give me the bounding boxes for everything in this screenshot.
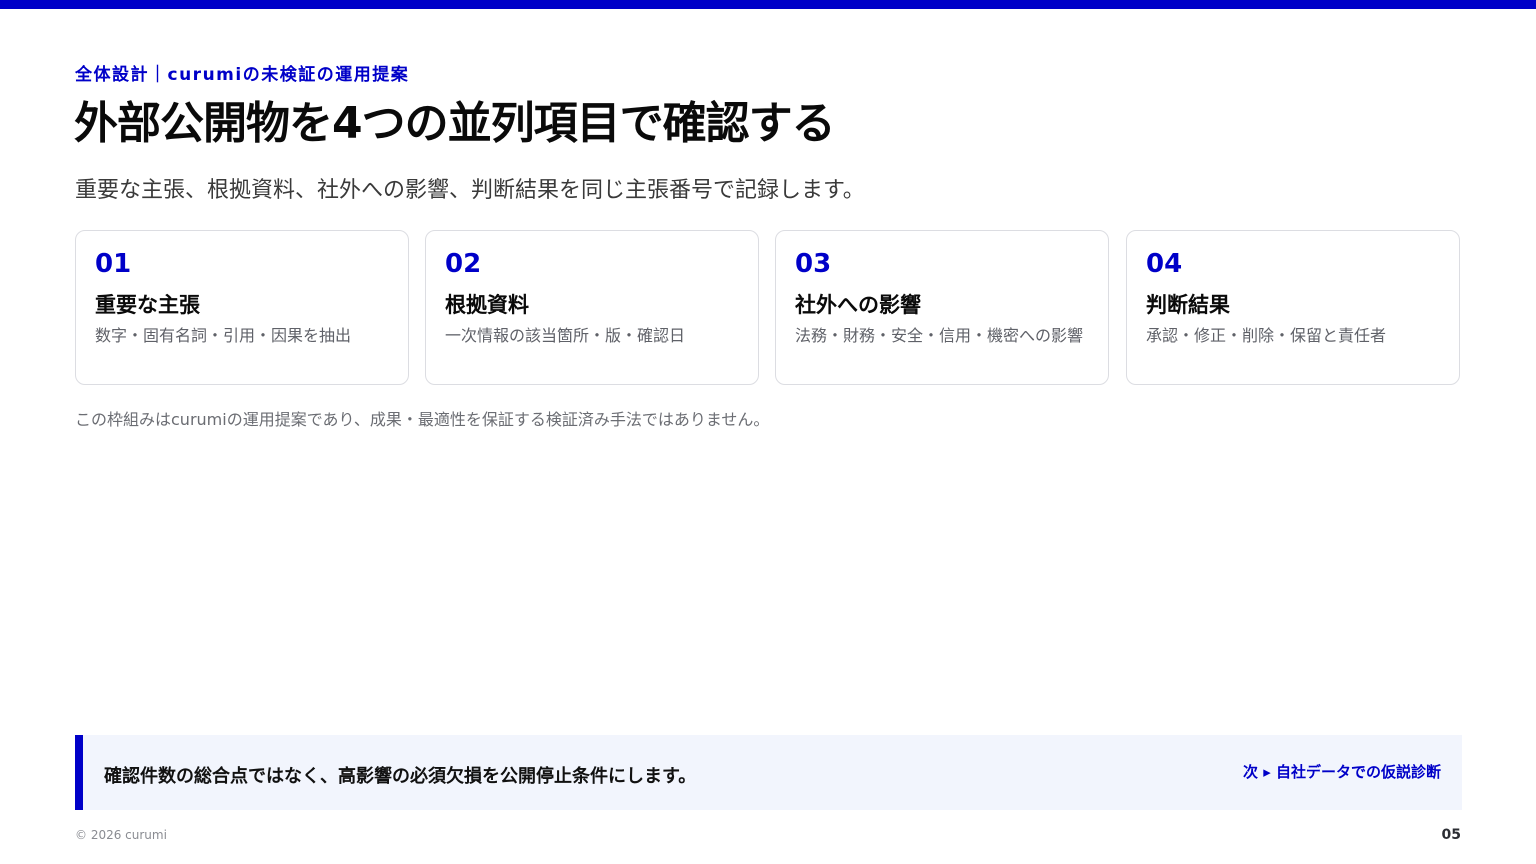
card-number: 02 bbox=[445, 249, 482, 279]
page-title: 外部公開物を4つの並列項目で確認する bbox=[74, 98, 836, 149]
card-description: 一次情報の該当箇所・版・確認日 bbox=[445, 326, 686, 345]
page-number: 05 bbox=[1441, 827, 1461, 843]
top-accent-bar bbox=[0, 0, 1536, 9]
card-description: 法務・財務・安全・信用・機密への影響 bbox=[795, 326, 1084, 345]
callout-text: 確認件数の総合点ではなく、高影響の必須欠損を公開停止条件にします。 bbox=[104, 766, 697, 787]
card-number: 04 bbox=[1146, 249, 1183, 279]
disclaimer-note: この枠組みはcurumiの運用提案であり、成果・最適性を保証する検証済み手法では… bbox=[75, 410, 770, 429]
footer-copyright: © 2026 curumi bbox=[75, 828, 167, 842]
card-external-impact: 03 社外への影響 法務・財務・安全・信用・機密への影響 bbox=[775, 230, 1109, 385]
card-description: 数字・固有名詞・引用・因果を抽出 bbox=[95, 326, 352, 345]
card-title: 社外への影響 bbox=[795, 293, 921, 317]
card-number: 01 bbox=[95, 249, 132, 279]
card-title: 判断結果 bbox=[1146, 293, 1230, 317]
callout-box: 確認件数の総合点ではなく、高影響の必須欠損を公開停止条件にします。 次 ▸ 自社… bbox=[75, 735, 1462, 810]
card-description: 承認・修正・削除・保留と責任者 bbox=[1146, 326, 1387, 345]
card-title: 重要な主張 bbox=[95, 293, 200, 317]
page-subtitle: 重要な主張、根拠資料、社外への影響、判断結果を同じ主張番号で記録します。 bbox=[75, 178, 865, 203]
section-eyebrow: 全体設計｜curumiの未検証の運用提案 bbox=[75, 65, 410, 85]
card-number: 03 bbox=[795, 249, 832, 279]
card-decision: 04 判断結果 承認・修正・削除・保留と責任者 bbox=[1126, 230, 1460, 385]
card-title: 根拠資料 bbox=[445, 293, 529, 317]
card-grid: 01 重要な主張 数字・固有名詞・引用・因果を抽出 02 根拠資料 一次情報の該… bbox=[75, 230, 1462, 387]
callout-accent-bar bbox=[75, 735, 83, 810]
card-claims: 01 重要な主張 数字・固有名詞・引用・因果を抽出 bbox=[75, 230, 409, 385]
next-section-link[interactable]: 次 ▸ 自社データでの仮説診断 bbox=[1243, 761, 1441, 782]
card-evidence: 02 根拠資料 一次情報の該当箇所・版・確認日 bbox=[425, 230, 759, 385]
